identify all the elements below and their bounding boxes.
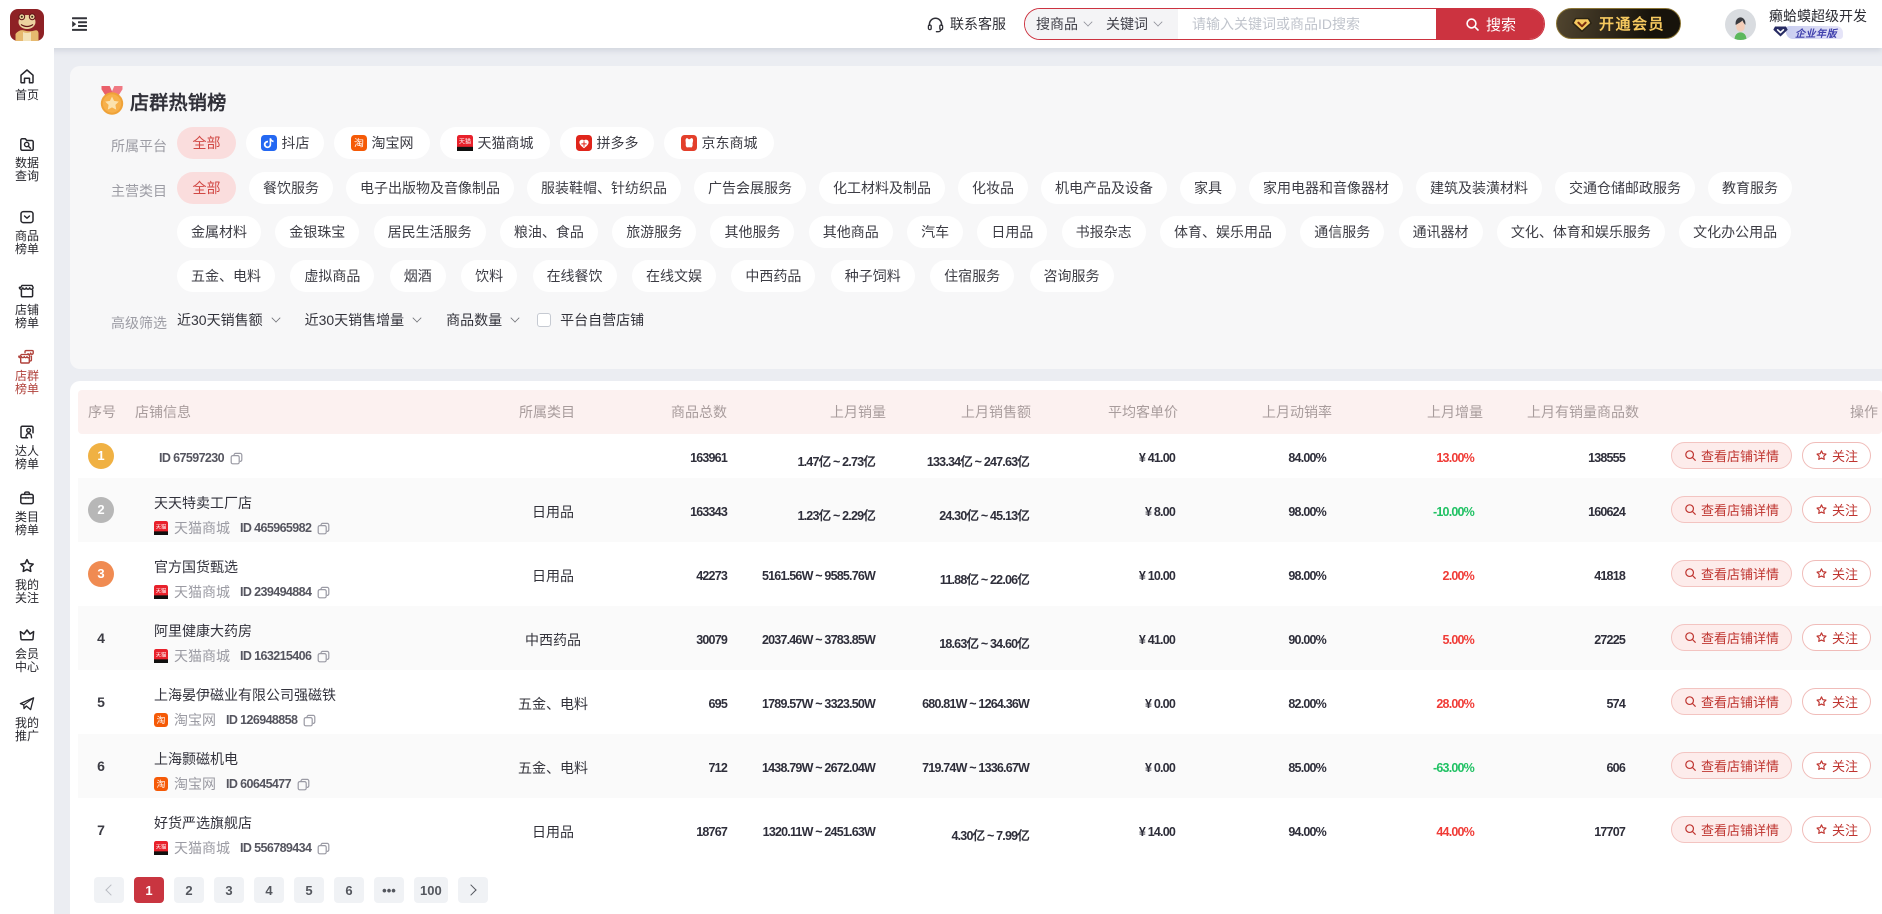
svg-text:天猫: 天猫 xyxy=(156,650,167,658)
svg-text:淘: 淘 xyxy=(157,714,166,725)
svg-text:淘: 淘 xyxy=(354,137,364,150)
svg-text:天猫: 天猫 xyxy=(156,586,167,594)
svg-text:天猫: 天猫 xyxy=(156,842,167,850)
svg-text:淘: 淘 xyxy=(157,778,166,789)
svg-text:天猫: 天猫 xyxy=(156,522,167,530)
svg-text:天猫: 天猫 xyxy=(458,137,470,145)
